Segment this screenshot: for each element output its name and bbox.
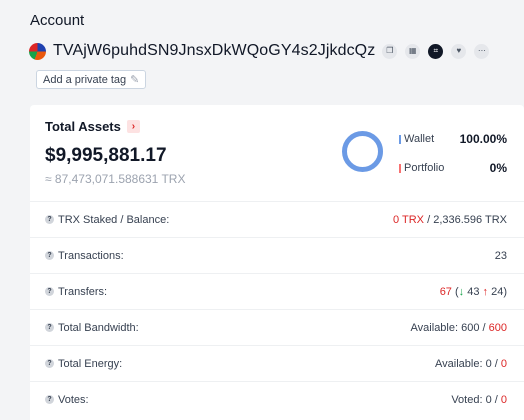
transactions-count[interactable]: 23 <box>495 250 507 262</box>
row-label: Transfers: <box>58 285 108 298</box>
total-assets-header[interactable]: Total Assets › <box>45 119 140 134</box>
explorer-icon[interactable]: ⌗ <box>428 43 444 59</box>
legend-portfolio-percent: 0% <box>489 161 507 175</box>
add-private-tag-label: Add a private tag <box>43 73 127 86</box>
value-separator: / <box>479 321 489 334</box>
address-actions: ❐ ▦ ⌗ ♥ ⋯ <box>382 43 490 59</box>
voted-prefix: Voted: <box>451 393 486 406</box>
address-row: TVAjW6puhdSN9JnsxDkWQoGY4s2JjkdcQz ❐ ▦ ⌗… <box>29 41 524 61</box>
paren-open: ( <box>451 285 459 298</box>
votes-total: 0 <box>500 393 507 406</box>
row-votes: ? Votes: Voted: 0 / 0 <box>30 381 524 417</box>
total-assets-card: Total Assets › $9,995,881.17 ≈ 87,473,07… <box>30 105 524 420</box>
legend-wallet-swatch <box>399 134 401 144</box>
legend-portfolio-swatch <box>399 163 401 173</box>
legend-wallet-percent: 100.00% <box>459 132 507 146</box>
help-icon[interactable]: ? <box>45 395 54 404</box>
row-value: Available: 0 / 0 <box>435 358 507 370</box>
legend-wallet-label: Wallet <box>404 133 435 145</box>
row-transactions: ? Transactions: 23 <box>30 237 524 273</box>
assets-donut-chart <box>342 131 383 172</box>
qr-code-icon[interactable]: ▦ <box>405 43 421 59</box>
row-value: Voted: 0 / 0 <box>451 394 507 406</box>
account-address[interactable]: TVAjW6puhdSN9JnsxDkWQoGY4s2JjkdcQz <box>53 42 375 60</box>
help-icon[interactable]: ? <box>45 323 54 332</box>
total-assets-title: Total Assets <box>45 119 121 134</box>
value-separator: / <box>491 357 501 370</box>
row-transfers: ? Transfers: 67 (↓ 43 ↑ 24) <box>30 273 524 309</box>
row-trx-staked: ? TRX Staked / Balance: 0 TRX / 2,336.59… <box>30 201 524 237</box>
transfers-in-count: 43 <box>464 285 483 298</box>
total-assets-trx: ≈ 87,473,071.588631 TRX <box>45 172 186 186</box>
row-label: TRX Staked / Balance: <box>58 213 170 226</box>
help-icon[interactable]: ? <box>45 287 54 296</box>
row-value: 0 TRX / 2,336.596 TRX <box>393 214 507 226</box>
favorite-icon[interactable]: ♥ <box>451 43 467 59</box>
help-icon[interactable]: ? <box>45 215 54 224</box>
available-prefix: Available: <box>435 357 486 370</box>
add-private-tag-button[interactable]: Add a private tag ✎ <box>36 70 147 89</box>
paren-close: ) <box>503 285 507 298</box>
donut-wallet-segment <box>342 131 383 172</box>
page-title: Account <box>30 12 85 29</box>
energy-total: 0 <box>500 357 507 370</box>
help-icon[interactable]: ? <box>45 359 54 368</box>
value-separator: / <box>424 213 434 226</box>
avatar <box>29 42 46 60</box>
value-separator: / <box>491 393 501 406</box>
legend-portfolio-label: Portfolio <box>404 162 445 174</box>
staked-value[interactable]: 0 TRX <box>393 214 424 226</box>
bandwidth-available: 600 <box>461 321 480 334</box>
balance-value: 2,336.596 TRX <box>433 213 507 226</box>
row-total-bandwidth: ? Total Bandwidth: Available: 600 / 600 <box>30 309 524 345</box>
copy-icon[interactable]: ❐ <box>382 43 398 59</box>
row-value: 67 (↓ 43 ↑ 24) <box>440 286 507 298</box>
row-value: Available: 600 / 600 <box>411 322 507 334</box>
row-label: Transactions: <box>58 249 124 262</box>
legend-portfolio: Portfolio 0% <box>399 161 507 175</box>
transfers-count[interactable]: 67 <box>440 286 452 298</box>
available-prefix: Available: <box>410 321 462 334</box>
edit-icon: ✎ <box>130 74 140 86</box>
chevron-right-icon[interactable]: › <box>126 120 140 133</box>
bandwidth-total: 600 <box>488 321 507 334</box>
total-assets-usd: $9,995,881.17 <box>45 145 167 166</box>
more-icon[interactable]: ⋯ <box>474 43 490 59</box>
account-stats: ? TRX Staked / Balance: 0 TRX / 2,336.59… <box>30 201 524 417</box>
row-total-energy: ? Total Energy: Available: 0 / 0 <box>30 345 524 381</box>
transfers-out-count: 24 <box>488 285 504 298</box>
row-label: Votes: <box>58 393 89 406</box>
legend-wallet: Wallet 100.00% <box>399 132 507 146</box>
help-icon[interactable]: ? <box>45 251 54 260</box>
row-label: Total Bandwidth: <box>58 321 139 334</box>
row-label: Total Energy: <box>58 357 123 370</box>
